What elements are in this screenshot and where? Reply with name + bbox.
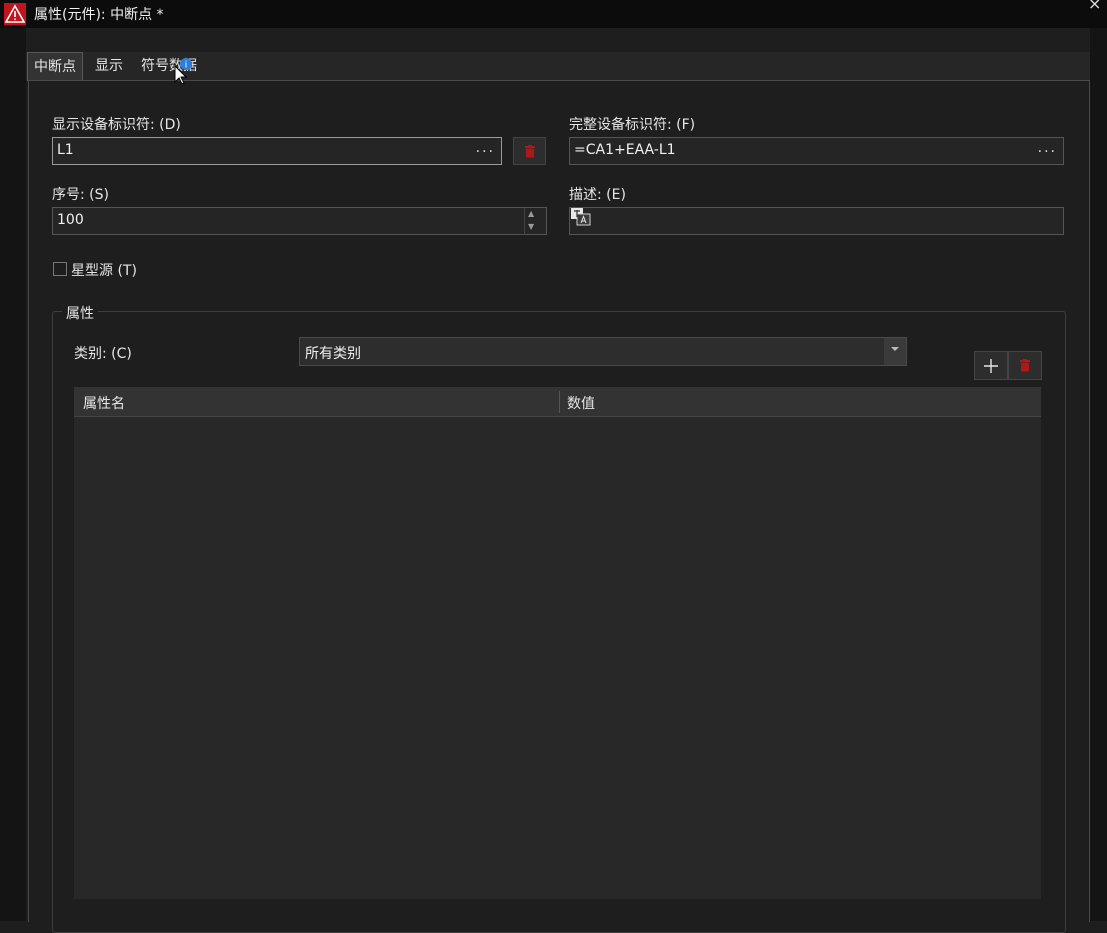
window-edge-right	[1090, 28, 1107, 921]
add-property-button[interactable]	[974, 351, 1008, 380]
window-title: 属性(元件): 中断点 *	[34, 7, 164, 23]
spin-down-icon[interactable]: ▼	[528, 222, 534, 231]
spin-up-icon[interactable]: ▲	[528, 209, 534, 218]
close-icon[interactable]: ×	[1088, 0, 1101, 13]
table-header: 属性名 数值	[74, 387, 1041, 417]
display-id-label: 显示设备标识符: (D)	[52, 117, 181, 133]
category-value: 所有类别	[305, 346, 361, 362]
sequence-spinner[interactable]: ▲ ▼	[524, 208, 546, 235]
display-id-value: L1	[57, 142, 74, 158]
category-select[interactable]: 所有类别	[299, 337, 907, 366]
full-id-browse-button[interactable]: ...	[1038, 140, 1057, 156]
category-label: 类别: (C)	[74, 346, 132, 362]
sequence-label: 序号: (S)	[52, 187, 109, 203]
sequence-value: 100	[57, 212, 84, 228]
tab-breakpoint[interactable]: 中断点	[27, 52, 83, 81]
display-id-field[interactable]: L1 ...	[52, 137, 502, 165]
properties-group-title: 属性	[62, 303, 98, 323]
mouse-pointer-icon: i	[174, 58, 192, 84]
description-field[interactable]	[569, 207, 1064, 235]
full-id-field[interactable]: =CA1+EAA-L1 ...	[569, 137, 1064, 165]
display-id-browse-button[interactable]: ...	[476, 140, 495, 156]
column-divider[interactable]	[559, 391, 560, 413]
translate-icon[interactable]	[571, 208, 591, 226]
tab-symbol-data[interactable]: 符号数据	[135, 53, 203, 79]
column-header-value[interactable]: 数值	[567, 393, 595, 413]
plus-icon	[984, 358, 998, 373]
window-edge-left	[0, 28, 26, 921]
delete-property-button[interactable]	[1008, 351, 1042, 380]
svg-text:i: i	[185, 61, 188, 71]
trash-icon	[524, 144, 535, 157]
title-bar: 属性(元件): 中断点 * ×	[0, 0, 1107, 28]
warning-triangle-icon	[4, 3, 26, 25]
trash-icon	[1020, 359, 1030, 372]
full-id-label: 完整设备标识符: (F)	[569, 117, 696, 133]
tab-display[interactable]: 显示	[89, 53, 129, 79]
star-source-checkbox[interactable]	[53, 262, 67, 276]
star-source-label: 星型源 (T)	[71, 263, 137, 279]
description-label: 描述: (E)	[569, 187, 626, 203]
full-id-value: =CA1+EAA-L1	[574, 142, 676, 158]
delete-id-button[interactable]	[513, 137, 546, 165]
properties-table[interactable]: 属性名 数值	[74, 387, 1041, 899]
chevron-down-icon[interactable]	[884, 338, 906, 365]
column-header-property-name[interactable]: 属性名	[83, 393, 125, 413]
sequence-field[interactable]: 100	[52, 207, 547, 235]
